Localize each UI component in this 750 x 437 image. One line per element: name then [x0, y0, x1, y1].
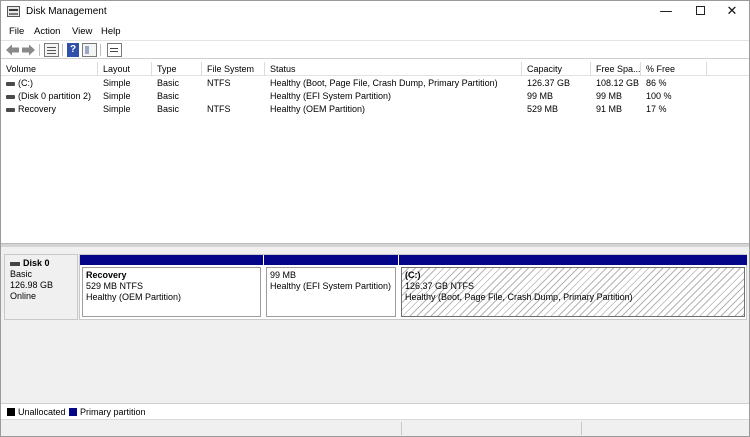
back-icon[interactable]	[5, 43, 20, 57]
disk-management-app-icon	[7, 6, 20, 17]
graphical-disk-view: Disk 0 Basic 126.98 GB Online Recovery 5…	[1, 247, 749, 403]
volume-name: (Disk 0 partition 2)	[18, 91, 92, 101]
menu-bar: File Action View Help	[1, 23, 749, 40]
volume-name: (C:)	[18, 78, 33, 88]
list-icon[interactable]	[82, 43, 97, 57]
disk-0-partitions: Recovery 529 MB NTFS Healthy (OEM Partit…	[79, 254, 747, 320]
primary-partition-bar	[80, 255, 263, 265]
partition-status: Healthy (EFI System Partition)	[270, 281, 392, 291]
volume-file-system: NTFS	[207, 104, 231, 114]
column-header-file-system[interactable]: File System	[202, 62, 265, 76]
volume-type: Basic	[157, 91, 180, 101]
column-header-layout[interactable]: Layout	[98, 62, 152, 76]
disk-management-window: Disk Management — ✕ File Action View Hel…	[0, 0, 750, 437]
volume-status: Healthy (EFI System Partition)	[270, 91, 392, 101]
volume-layout: Simple	[103, 78, 131, 88]
disk-name: Disk 0	[23, 258, 50, 268]
status-bar-divider	[581, 422, 582, 435]
volume-capacity: 126.37 GB	[527, 78, 571, 88]
volume-free-space: 99 MB	[596, 91, 623, 101]
menu-file[interactable]: File	[9, 26, 24, 37]
unallocated-swatch	[7, 408, 15, 416]
volume-free-space: 91 MB	[596, 104, 623, 114]
column-header-capacity[interactable]: Capacity	[522, 62, 591, 76]
column-header-type[interactable]: Type	[152, 62, 202, 76]
volume-type: Basic	[157, 78, 180, 88]
menu-help[interactable]: Help	[101, 26, 121, 37]
console-icon[interactable]	[107, 43, 122, 57]
volume-row-disk0-partition2[interactable]: (Disk 0 partition 2) Simple Basic Health…	[1, 90, 749, 103]
volume-name: Recovery	[18, 104, 57, 114]
minimize-button[interactable]: —	[649, 1, 683, 23]
help-icon[interactable]: ?	[67, 43, 79, 57]
column-header-volume[interactable]: Volume	[1, 62, 98, 76]
partition-size: 529 MB NTFS	[86, 281, 144, 291]
partition-name: Recovery	[86, 270, 127, 280]
window-title: Disk Management	[26, 6, 107, 17]
status-bar-divider	[401, 422, 402, 435]
volume-status: Healthy (Boot, Page File, Crash Dump, Pr…	[270, 78, 498, 88]
volume-list-header: Volume Layout Type File System Status Ca…	[1, 62, 749, 76]
volume-row-c[interactable]: (C:) Simple Basic NTFS Healthy (Boot, Pa…	[1, 77, 749, 90]
volume-row-recovery[interactable]: Recovery Simple Basic NTFS Healthy (OEM …	[1, 103, 749, 116]
column-header-free-space[interactable]: Free Spa...	[591, 62, 641, 76]
partition-size: 126.37 GB NTFS	[405, 281, 475, 291]
volume-percent-free: 100 %	[646, 91, 672, 101]
column-header-percent-free[interactable]: % Free	[641, 62, 707, 76]
disk-type: Basic	[10, 269, 33, 279]
status-bar	[1, 419, 749, 436]
volume-layout: Simple	[103, 104, 131, 114]
volume-type: Basic	[157, 104, 180, 114]
legend-unallocated: Unallocated	[18, 407, 66, 417]
volume-layout: Simple	[103, 91, 131, 101]
partition-efi[interactable]: 99 MB Healthy (EFI System Partition)	[264, 255, 398, 319]
toolbar-separator	[100, 44, 101, 56]
disk-size: 126.98 GB	[10, 280, 54, 290]
menu-view[interactable]: View	[72, 26, 92, 37]
toolbar: ?	[1, 40, 749, 59]
volume-file-system	[202, 90, 265, 103]
volume-percent-free: 86 %	[646, 78, 667, 88]
close-button[interactable]: ✕	[715, 1, 749, 23]
maximize-icon	[695, 6, 705, 15]
volume-status: Healthy (OEM Partition)	[270, 104, 366, 114]
volume-capacity: 529 MB	[527, 104, 559, 114]
title-bar[interactable]: Disk Management — ✕	[1, 1, 749, 23]
volume-free-space: 108.12 GB	[596, 78, 640, 88]
partition-size: 99 MB	[270, 270, 297, 280]
disk-icon	[10, 261, 20, 266]
partition-name: (C:)	[405, 270, 421, 280]
volume-capacity: 99 MB	[527, 91, 554, 101]
legend-primary-partition: Primary partition	[80, 407, 146, 417]
primary-partition-bar	[399, 255, 747, 265]
forward-icon[interactable]	[21, 43, 36, 57]
toolbar-separator	[39, 44, 40, 56]
column-header-status[interactable]: Status	[265, 62, 522, 76]
volume-percent-free: 17 %	[646, 104, 667, 114]
maximize-button[interactable]	[683, 1, 717, 23]
partition-status: Healthy (OEM Partition)	[86, 292, 182, 302]
legend: Unallocated Primary partition	[1, 403, 749, 419]
partition-recovery[interactable]: Recovery 529 MB NTFS Healthy (OEM Partit…	[80, 255, 263, 319]
partition-status: Healthy (Boot, Page File, Crash Dump, Pr…	[405, 292, 633, 302]
properties-icon[interactable]	[44, 43, 59, 57]
partition-c[interactable]: (C:) 126.37 GB NTFS Healthy (Boot, Page …	[399, 255, 747, 319]
disk-0-label[interactable]: Disk 0 Basic 126.98 GB Online	[4, 254, 78, 320]
volume-file-system: NTFS	[207, 78, 231, 88]
primary-partition-bar	[264, 255, 398, 265]
primary-partition-swatch	[69, 408, 77, 416]
disk-status: Online	[10, 291, 37, 301]
menu-action[interactable]: Action	[34, 26, 60, 37]
toolbar-separator	[62, 44, 63, 56]
